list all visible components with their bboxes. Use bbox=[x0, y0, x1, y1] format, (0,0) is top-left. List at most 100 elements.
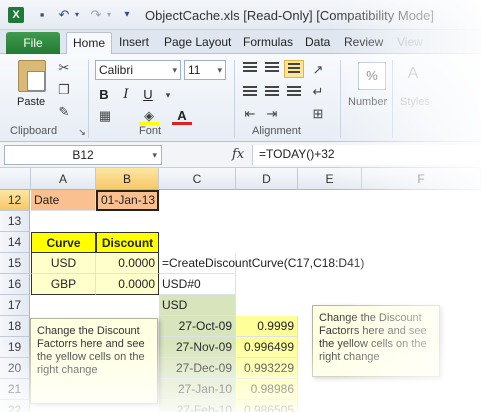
column-header-f[interactable]: F bbox=[362, 168, 481, 190]
formula-bar: B12 ▾ fx =TODAY()+32 bbox=[0, 142, 481, 168]
cell-a16[interactable]: GBP bbox=[31, 274, 96, 295]
tab-page-layout[interactable]: Page Layout bbox=[164, 35, 231, 49]
cell-a12[interactable]: Date bbox=[31, 190, 96, 211]
divider bbox=[392, 60, 393, 138]
cell-b12-selected[interactable]: 01-Jan-13 bbox=[96, 190, 159, 211]
divider bbox=[88, 60, 89, 138]
cell-d22[interactable]: 0.986505 bbox=[236, 400, 298, 412]
column-header-b[interactable]: B bbox=[96, 168, 159, 190]
styles-icon[interactable]: A bbox=[405, 66, 421, 82]
number-group-button[interactable]: Number bbox=[348, 96, 387, 108]
paste-icon[interactable] bbox=[18, 60, 46, 92]
font-color-swatch bbox=[172, 122, 192, 125]
row-header[interactable]: 14 bbox=[0, 232, 30, 253]
row-header[interactable]: 18 bbox=[0, 316, 30, 337]
bold-button[interactable]: B bbox=[95, 86, 113, 104]
underline-button[interactable]: U bbox=[139, 86, 157, 104]
cell-c22[interactable]: 27-Feb-10 bbox=[159, 400, 236, 412]
cell-c21[interactable]: 27-Jan-10 bbox=[159, 379, 236, 400]
tab-home[interactable]: Home bbox=[66, 32, 113, 55]
cell-c15[interactable]: =CreateDiscountCurve(C17,C18:D41) bbox=[159, 253, 364, 274]
cell-c16[interactable]: USD#0 bbox=[159, 274, 236, 295]
excel-icon[interactable]: X bbox=[8, 7, 24, 23]
column-header-c[interactable]: C bbox=[159, 168, 236, 190]
orientation-icon[interactable]: ↗ bbox=[310, 62, 326, 78]
cut-icon[interactable]: ✂ bbox=[56, 60, 72, 76]
cell-c19[interactable]: 27-Nov-09 bbox=[159, 337, 236, 358]
row-header[interactable]: 22 bbox=[0, 400, 30, 412]
format-painter-icon[interactable]: ✎ bbox=[56, 104, 72, 120]
tab-insert[interactable]: Insert bbox=[119, 35, 149, 49]
decrease-indent-icon[interactable]: ⇤ bbox=[242, 106, 258, 122]
ribbon-tabs: File Home Insert Page Layout Formulas Da… bbox=[0, 30, 481, 55]
row-header[interactable]: 20 bbox=[0, 358, 30, 379]
cell-d19[interactable]: 0.996499 bbox=[236, 337, 298, 358]
row-header[interactable]: 16 bbox=[0, 274, 30, 295]
wrap-text-icon[interactable]: ↵ bbox=[310, 84, 326, 100]
tab-review[interactable]: Review bbox=[344, 35, 383, 49]
comment-note-right[interactable]: Change the Discount Factorrs here and se… bbox=[312, 305, 440, 377]
align-center-button[interactable] bbox=[262, 84, 282, 102]
tab-file[interactable]: File bbox=[6, 32, 60, 54]
cell-a14[interactable]: Curve bbox=[31, 232, 96, 253]
ribbon: Paste ✂ ❐ ✎ Clipboard ↘ Calibri ▾ 11 ▾ B… bbox=[0, 54, 481, 142]
font-size-select[interactable]: 11 ▾ bbox=[184, 60, 226, 80]
cell-c18[interactable]: 27-Oct-09 bbox=[159, 316, 236, 337]
italic-button[interactable]: I bbox=[117, 86, 135, 104]
cell-b16[interactable]: 0.0000 bbox=[96, 274, 159, 295]
chevron-down-icon: ▾ bbox=[152, 150, 157, 160]
title-bar: X ▪ ↶ ▾ ↷ ▾ ▾ ObjectCache.xls [Read-Only… bbox=[0, 0, 481, 30]
select-all-corner[interactable] bbox=[0, 168, 31, 190]
styles-group-button[interactable]: Styles bbox=[400, 96, 430, 108]
cell-d18[interactable]: 0.9999 bbox=[236, 316, 298, 337]
column-header-e[interactable]: E bbox=[298, 168, 362, 190]
chevron-down-icon[interactable]: ▾ bbox=[160, 87, 176, 103]
cell-a15[interactable]: USD bbox=[31, 253, 96, 274]
merge-center-icon[interactable]: ⊞ bbox=[310, 106, 326, 122]
borders-icon[interactable]: ▦ bbox=[97, 108, 113, 124]
row-header[interactable]: 12 bbox=[0, 190, 30, 211]
cell-c17[interactable]: USD bbox=[159, 295, 236, 316]
cell-b14[interactable]: Discount bbox=[96, 232, 159, 253]
row-header[interactable]: 19 bbox=[0, 337, 30, 358]
redo-dropdown-icon[interactable]: ▾ bbox=[104, 7, 114, 23]
formula-input[interactable]: =TODAY()+32 bbox=[252, 145, 481, 165]
cell-b15[interactable]: 0.0000 bbox=[96, 253, 159, 274]
column-header-d[interactable]: D bbox=[236, 168, 298, 190]
row-header[interactable]: 15 bbox=[0, 253, 30, 274]
name-box-value: B12 bbox=[72, 148, 94, 162]
name-box[interactable]: B12 ▾ bbox=[4, 145, 162, 165]
cell-d21[interactable]: 0.98986 bbox=[236, 379, 298, 400]
cell-c20[interactable]: 27-Dec-09 bbox=[159, 358, 236, 379]
group-font-label: Font bbox=[139, 125, 162, 137]
chevron-down-icon: ▾ bbox=[172, 65, 177, 75]
align-right-button[interactable] bbox=[284, 84, 304, 102]
tab-data[interactable]: Data bbox=[305, 35, 330, 49]
row-header[interactable]: 21 bbox=[0, 379, 30, 400]
divider bbox=[234, 60, 235, 138]
redo-icon[interactable]: ↷ bbox=[88, 7, 104, 23]
align-bottom-button[interactable] bbox=[284, 60, 304, 78]
font-name-select[interactable]: Calibri ▾ bbox=[95, 60, 181, 80]
comment-note-left[interactable]: Change the Discount Factorrs here and se… bbox=[30, 318, 158, 404]
divider bbox=[340, 60, 341, 138]
align-top-button[interactable] bbox=[240, 60, 260, 78]
number-format-icon[interactable]: % bbox=[358, 62, 386, 90]
copy-icon[interactable]: ❐ bbox=[56, 82, 72, 98]
align-middle-button[interactable] bbox=[262, 60, 282, 78]
column-header-a[interactable]: A bbox=[31, 168, 96, 190]
tab-view[interactable]: View bbox=[397, 35, 423, 49]
tab-formulas[interactable]: Formulas bbox=[243, 35, 293, 49]
undo-dropdown-icon[interactable]: ▾ bbox=[72, 7, 82, 23]
row-header[interactable]: 17 bbox=[0, 295, 30, 316]
increase-indent-icon[interactable]: ⇥ bbox=[264, 106, 280, 122]
row-header[interactable]: 13 bbox=[0, 211, 30, 232]
save-icon[interactable]: ▪ bbox=[34, 7, 50, 23]
align-left-button[interactable] bbox=[240, 84, 260, 102]
cell-d20[interactable]: 0.993229 bbox=[236, 358, 298, 379]
paste-button-label[interactable]: Paste bbox=[17, 96, 45, 108]
font-name-value: Calibri bbox=[99, 63, 134, 77]
customize-toolbar-icon[interactable]: ▾ bbox=[120, 7, 134, 23]
undo-icon[interactable]: ↶ bbox=[56, 7, 72, 23]
insert-function-icon[interactable]: fx bbox=[232, 147, 244, 162]
